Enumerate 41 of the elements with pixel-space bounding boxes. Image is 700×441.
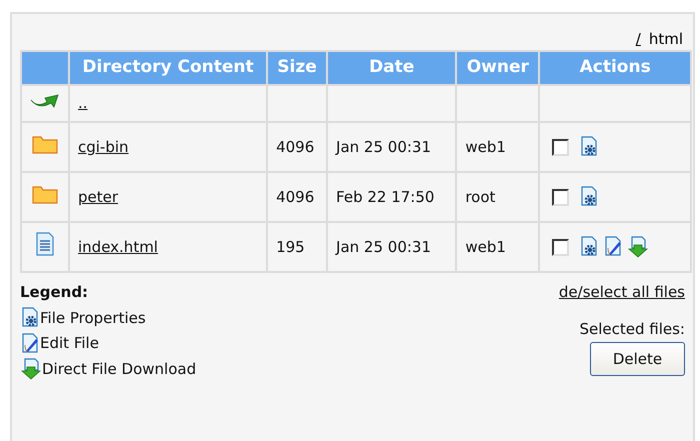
column-header: Date (327, 51, 456, 85)
column-header: Size (267, 51, 328, 85)
file-name-link[interactable]: .. (78, 94, 88, 112)
file-settings-icon[interactable] (579, 136, 600, 158)
file-settings-icon[interactable] (579, 236, 600, 258)
file-name-link[interactable]: peter (78, 188, 118, 206)
document-icon (35, 232, 55, 256)
size-text: 4096 (276, 188, 314, 206)
legend-label: Edit File (40, 333, 99, 354)
folder-icon (32, 184, 58, 204)
file-name-link[interactable]: cgi-bin (78, 138, 129, 156)
select-checkbox[interactable] (552, 188, 570, 206)
file-pencil-icon[interactable] (603, 236, 624, 258)
file-pencil-icon[interactable] (20, 332, 40, 354)
date-text: Feb 22 17:50 (336, 188, 434, 206)
legend-label: File Properties (40, 308, 146, 328)
size-text: 4096 (276, 138, 314, 156)
date-text: Jan 25 00:31 (336, 238, 432, 256)
owner-text: web1 (465, 138, 506, 156)
column-header: Actions (539, 51, 691, 85)
download-arrow-icon[interactable] (627, 236, 650, 258)
file-settings-icon[interactable] (579, 186, 600, 208)
root-link[interactable]: / (636, 28, 641, 50)
date-text: Jan 25 00:31 (336, 138, 432, 156)
selected-files-label: Selected files: (579, 318, 685, 340)
legend-label: Direct File Download (42, 358, 196, 380)
select-checkbox[interactable] (552, 138, 570, 156)
legend-title: Legend: (20, 282, 90, 303)
column-header: Directory Content (69, 51, 268, 85)
select-checkbox[interactable] (552, 238, 570, 256)
delete-button[interactable]: Delete (590, 342, 685, 376)
select-all-link[interactable]: de/select all files (558, 281, 685, 304)
owner-text: web1 (465, 238, 506, 256)
size-text: 195 (276, 238, 305, 256)
column-header: Owner (456, 51, 540, 85)
owner-text: root (465, 188, 496, 206)
download-arrow-icon[interactable] (20, 358, 42, 380)
current-folder: html (648, 28, 683, 50)
folder-icon (32, 134, 58, 154)
file-name-link[interactable]: index.html (78, 238, 158, 256)
file-settings-icon[interactable] (20, 307, 40, 329)
